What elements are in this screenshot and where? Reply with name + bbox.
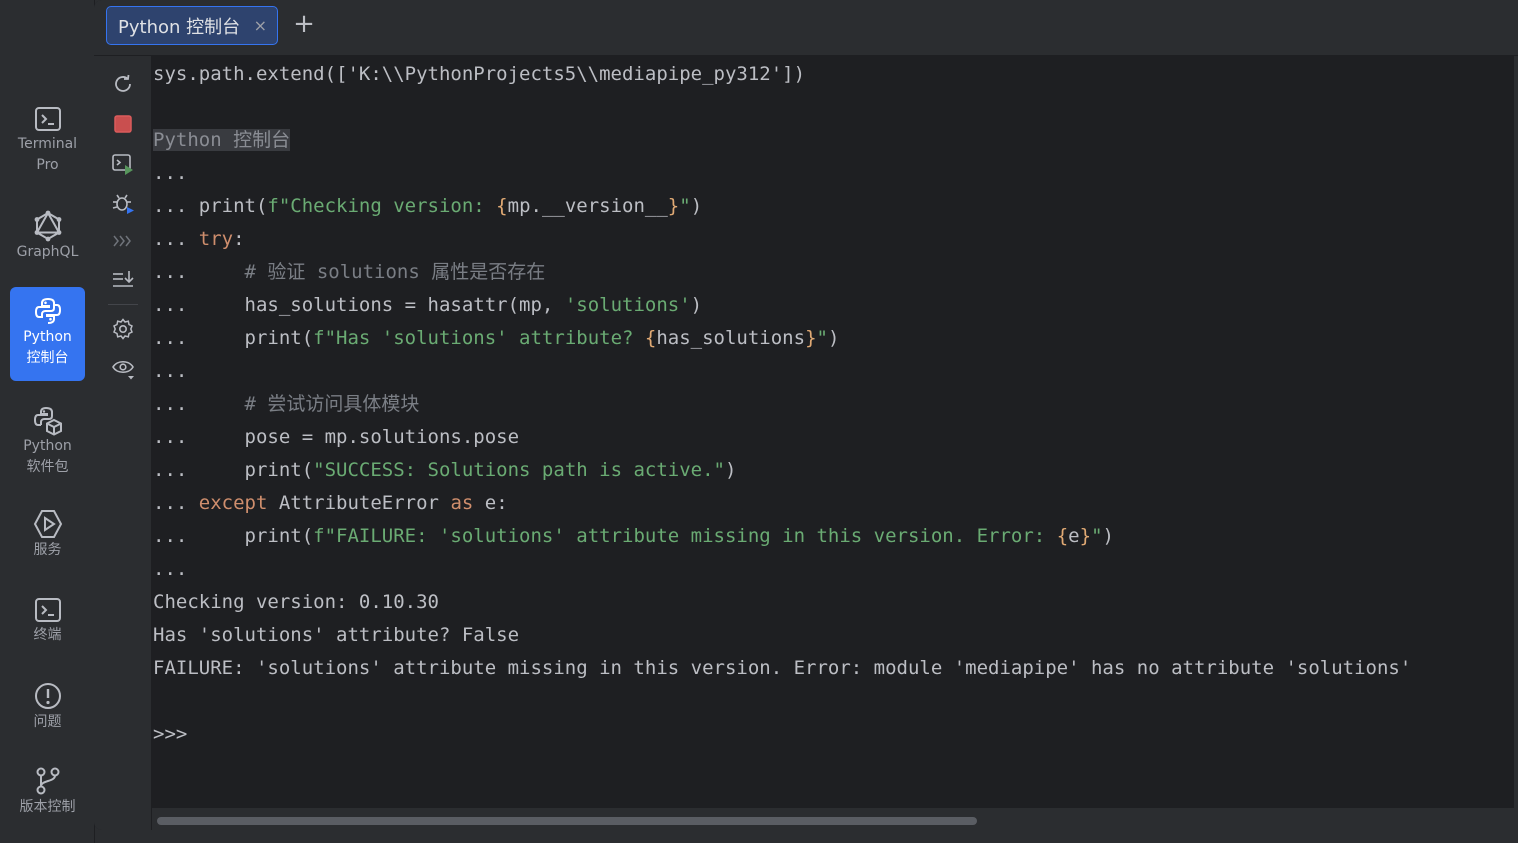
close-icon[interactable]: × <box>254 16 267 35</box>
sidebar-item-label: 问题 <box>33 714 62 730</box>
code-line: ... try: <box>153 228 245 250</box>
toolbar-separator <box>108 304 138 305</box>
sidebar-item-label: GraphQL <box>16 244 79 260</box>
tab-label: Python 控制台 <box>118 16 241 38</box>
execute-icon[interactable] <box>110 151 136 177</box>
code-line: ... <box>153 360 188 382</box>
output-line: FAILURE: 'solutions' attribute missing i… <box>153 657 1412 679</box>
sidebar-item-problems[interactable]: 问题 <box>10 678 85 740</box>
horizontal-scrollbar[interactable] <box>152 808 1518 830</box>
debug-icon[interactable] <box>110 190 136 216</box>
code-line: ... pose = mp.solutions.pose <box>153 426 520 448</box>
sidebar-item-label: 版本控制 <box>19 799 76 815</box>
terminal-pro-icon <box>34 107 61 131</box>
terminal-icon <box>34 598 61 622</box>
vertical-scrollbar[interactable] <box>1514 56 1518 808</box>
horizontal-scrollbar-thumb[interactable] <box>157 817 977 825</box>
graphql-icon <box>34 210 61 242</box>
output-line: Has 'solutions' attribute? False <box>153 624 520 646</box>
sidebar-item-terminal[interactable]: 终端 <box>10 593 85 653</box>
code-line: ... has_solutions = hasattr(mp, 'solutio… <box>153 294 703 316</box>
console-banner: Python 控制台 <box>153 129 291 151</box>
code-line: ... <box>153 162 188 184</box>
sidebar-item-label: 终端 <box>33 627 62 643</box>
sidebar-item-python-console[interactable]: Python 控制台 <box>10 287 85 381</box>
input-prompt[interactable]: >>> <box>153 718 187 751</box>
sidebar-item-terminal-pro[interactable]: Terminal Pro <box>10 100 85 182</box>
tab-bar: Python 控制台 × + <box>94 0 1518 56</box>
console-toolbar <box>94 56 152 830</box>
code-line: ... print(f"Checking version: {mp.__vers… <box>153 195 703 217</box>
sidebar-item-python-packages[interactable]: Python 软件包 <box>10 400 85 484</box>
history-icon[interactable] <box>110 228 136 254</box>
sidebar-item-label: Terminal Pro <box>17 136 78 173</box>
sidebar-item-graphql[interactable]: GraphQL <box>10 208 85 270</box>
python-console-window: Python 控制台 × + sys.path.extend(['K:\\Pyt… <box>94 0 1518 830</box>
code-line: ... print(f"Has 'solutions' attribute? {… <box>153 327 840 349</box>
code-line: ... # 尝试访问具体模块 <box>153 393 420 415</box>
tab-python-console[interactable]: Python 控制台 × <box>106 6 278 45</box>
python-packages-icon <box>33 407 62 436</box>
code-line: ... print(f"FAILURE: 'solutions' attribu… <box>153 525 1114 547</box>
code-line: sys.path.extend(['K:\\PythonProjects5\\m… <box>153 63 806 85</box>
python-console-icon <box>34 297 61 324</box>
add-tab-button[interactable]: + <box>290 10 318 40</box>
code-line: ... except AttributeError as e: <box>153 492 508 514</box>
sidebar-item-version-control[interactable]: 版本控制 <box>10 763 85 825</box>
rerun-icon[interactable] <box>110 71 136 97</box>
sidebar-item-label: Python 软件包 <box>23 438 72 475</box>
code-line: ... # 验证 solutions 属性是否存在 <box>153 261 546 283</box>
code-line: ... <box>153 558 188 580</box>
output-line: Checking version: 0.10.30 <box>153 591 439 613</box>
problems-icon <box>34 683 61 709</box>
variables-view-icon[interactable] <box>110 355 136 381</box>
version-control-icon <box>36 767 59 795</box>
sidebar-item-services[interactable]: 服务 <box>10 506 85 568</box>
soft-wrap-icon[interactable] <box>110 266 136 292</box>
console-output[interactable]: sys.path.extend(['K:\\PythonProjects5\\m… <box>152 56 1518 830</box>
tool-window-bar: Terminal Pro GraphQL Python 控制台 Python 软… <box>0 0 95 843</box>
stop-icon[interactable] <box>110 111 136 137</box>
services-icon <box>33 510 62 538</box>
sidebar-item-label: 服务 <box>33 542 62 558</box>
settings-icon[interactable] <box>110 316 136 342</box>
sidebar-item-label: Python 控制台 <box>23 329 72 366</box>
code-line: ... print("SUCCESS: Solutions path is ac… <box>153 459 737 481</box>
